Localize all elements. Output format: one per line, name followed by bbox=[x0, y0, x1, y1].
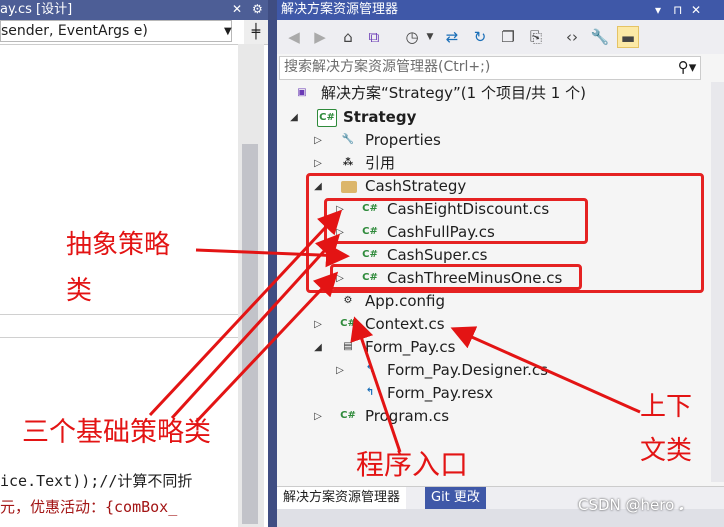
tree-node-label: Strategy bbox=[343, 108, 417, 126]
member-dropdown-value: sender, EventArgs e) bbox=[1, 23, 148, 39]
form-icon: ▤ bbox=[343, 341, 353, 352]
annotation-context: 上下 bbox=[640, 392, 693, 422]
csharp-file-icon: C# bbox=[340, 318, 356, 329]
chevron-down-icon[interactable]: ▼ bbox=[224, 20, 232, 44]
chevron-down-icon[interactable]: ▼ bbox=[419, 26, 441, 48]
back-icon[interactable]: ◀ bbox=[283, 26, 305, 48]
tree-node-label: Form_Pay.cs bbox=[365, 338, 456, 356]
gear-icon[interactable]: ⚙ bbox=[252, 0, 263, 19]
code-line-highlight bbox=[0, 314, 238, 338]
collapse-icon[interactable]: ❐ bbox=[497, 26, 519, 48]
tree-node-label: 引用 bbox=[365, 154, 396, 172]
vertical-scrollbar[interactable] bbox=[711, 82, 724, 482]
expand-down-icon[interactable]: ◢ bbox=[311, 336, 325, 359]
expand-right-icon[interactable]: ▷ bbox=[311, 129, 325, 152]
search-placeholder: 搜索解决方案资源管理器(Ctrl+;) bbox=[284, 59, 491, 75]
csharp-file-icon: C# bbox=[340, 410, 356, 421]
expand-right-icon[interactable]: ▷ bbox=[333, 359, 347, 382]
tree-node-label: Form_Pay.Designer.cs bbox=[387, 361, 548, 379]
code-editor-pane: ay.cs [设计] ✕ ⚙ sender, EventArgs e) ▼ ╪ … bbox=[0, 0, 268, 527]
member-dropdown[interactable]: sender, EventArgs e) bbox=[0, 20, 232, 42]
designer-file-icon: ↰ bbox=[365, 364, 375, 375]
document-tab-title: ay.cs [设计] bbox=[0, 2, 73, 17]
search-icon[interactable]: ⚲▾ bbox=[675, 56, 699, 78]
annotation-three-basic: 三个基础策略类 bbox=[22, 417, 211, 448]
scrollbar-thumb[interactable] bbox=[242, 144, 258, 524]
tab-solution-explorer[interactable]: 解决方案资源管理器 bbox=[277, 487, 407, 509]
csharp-project-icon: C# bbox=[317, 109, 337, 127]
code-line-text: 元，优惠活动：{comBox_ bbox=[0, 498, 178, 516]
code-icon[interactable]: ‹› bbox=[561, 26, 583, 48]
highlight-box-two-files bbox=[324, 198, 588, 244]
sync-icon[interactable]: ⇄ bbox=[441, 26, 463, 48]
copy-icon[interactable]: ⎘ bbox=[525, 26, 547, 48]
search-input[interactable]: 搜索解决方案资源管理器(Ctrl+;) bbox=[279, 56, 701, 80]
annotation-context: 文类 bbox=[640, 436, 693, 466]
solution-explorer-toolbar: ◀ ▶ ⌂ ⧉ ◷ ▼ ⇄ ↻ ❐ ⎘ ‹› 🔧 ▬ bbox=[277, 20, 724, 54]
code-line-text: ice.Text));//计算不同折 bbox=[0, 472, 193, 490]
vs-icon[interactable]: ⧉ bbox=[363, 26, 385, 48]
annotation-abstract: 抽象策略 bbox=[66, 230, 171, 260]
panel-splitter[interactable] bbox=[268, 0, 277, 527]
tree-node-label: Properties bbox=[365, 131, 441, 149]
tab-git-changes[interactable]: Git 更改 bbox=[425, 487, 486, 509]
references-icon: ⁂ bbox=[342, 157, 354, 168]
resx-file-icon: ↰ bbox=[365, 387, 375, 398]
forward-icon[interactable]: ▶ bbox=[309, 26, 331, 48]
expand-right-icon[interactable]: ▷ bbox=[311, 152, 325, 175]
tree-node-label: Context.cs bbox=[365, 315, 445, 333]
expand-down-icon[interactable]: ◢ bbox=[287, 106, 301, 129]
expand-right-icon[interactable]: ▷ bbox=[311, 313, 325, 336]
wrench-icon: 🔧 bbox=[341, 134, 355, 145]
config-file-icon: ⚙ bbox=[343, 295, 353, 306]
document-tab[interactable]: ay.cs [设计] ✕ ⚙ bbox=[0, 0, 268, 20]
close-icon[interactable]: ✕ bbox=[232, 0, 242, 19]
code-line: 元，优惠活动：{comBox_ bbox=[0, 496, 177, 517]
tree-node-label: App.config bbox=[365, 292, 445, 310]
home-icon[interactable]: ⌂ bbox=[337, 26, 359, 48]
annotation-abstract: 类 bbox=[66, 276, 93, 306]
solution-icon: ▣ bbox=[297, 87, 307, 98]
chevron-down-icon[interactable]: ▾ bbox=[655, 0, 661, 20]
refresh-icon[interactable]: ↻ bbox=[469, 26, 491, 48]
annotation-entry: 程序入口 bbox=[356, 448, 469, 481]
panel-title: 解决方案资源管理器 bbox=[281, 2, 399, 17]
code-line: ice.Text));//计算不同折 bbox=[0, 470, 192, 491]
tree-node-label: Form_Pay.resx bbox=[387, 384, 494, 402]
expand-right-icon[interactable]: ▷ bbox=[311, 405, 325, 428]
watermark: CSDN @hero 𝅘 bbox=[578, 496, 684, 514]
split-icon[interactable]: ╪ bbox=[244, 20, 268, 44]
tree-node-label: 解决方案“Strategy”(1 个项目/共 1 个) bbox=[321, 84, 586, 102]
member-navigation-bar: sender, EventArgs e) ▼ ╪ bbox=[0, 20, 268, 45]
vertical-scrollbar[interactable] bbox=[238, 44, 264, 527]
tree-node-label: Program.cs bbox=[365, 407, 450, 425]
wrench-icon[interactable]: 🔧 bbox=[589, 26, 611, 48]
pin-icon[interactable]: ⊓ bbox=[673, 0, 682, 20]
close-icon[interactable]: ✕ bbox=[691, 0, 701, 20]
preview-icon[interactable]: ▬ bbox=[617, 26, 639, 48]
solution-explorer-title-bar: 解决方案资源管理器 ▾ ⊓ ✕ bbox=[277, 0, 724, 20]
highlight-box-one-file bbox=[330, 264, 582, 290]
